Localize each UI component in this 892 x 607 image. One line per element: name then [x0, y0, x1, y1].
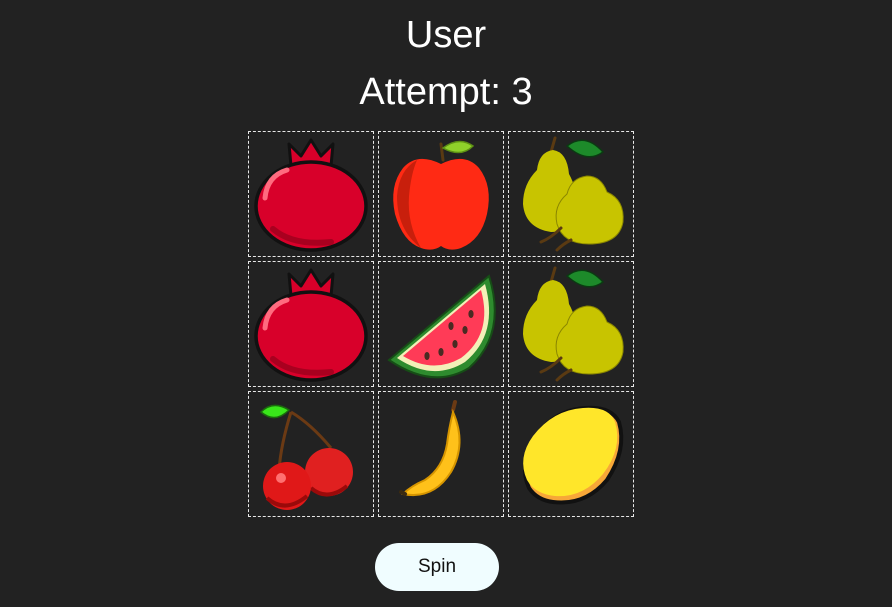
- lemon-icon: [522, 405, 624, 505]
- slot-grid: [248, 131, 634, 517]
- player-name: User: [405, 14, 487, 56]
- slot-cell-8: [378, 391, 504, 517]
- pomegranate-icon: [254, 138, 368, 252]
- spin-button[interactable]: Spin: [375, 543, 499, 591]
- cherry-icon: [259, 404, 353, 510]
- banana-icon: [399, 400, 461, 496]
- apple-icon: [393, 140, 489, 250]
- slot-cell-6: [508, 261, 634, 387]
- pear-icon: [523, 266, 624, 382]
- slot-cell-5: [378, 261, 504, 387]
- pomegranate-icon: [254, 268, 368, 382]
- slot-cell-3: [508, 131, 634, 257]
- slot-cell-9: [508, 391, 634, 517]
- slot-cell-7: [248, 391, 374, 517]
- watermelon-icon: [387, 274, 496, 379]
- pear-icon: [523, 136, 624, 252]
- slot-cell-2: [378, 131, 504, 257]
- slot-cell-4: [248, 261, 374, 387]
- slot-cell-1: [248, 131, 374, 257]
- attempt-counter: Attempt: 3: [359, 71, 533, 113]
